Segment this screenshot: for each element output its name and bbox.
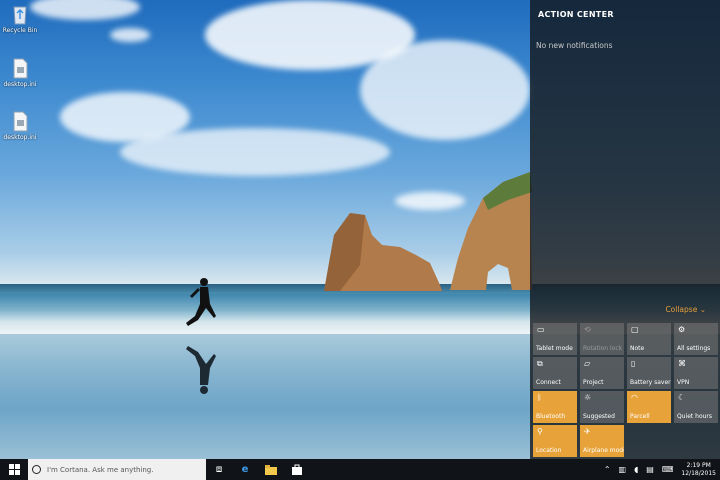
connect-icon: ⧉ xyxy=(537,359,543,368)
gear-icon: ⚙ xyxy=(678,325,686,334)
battery-icon: ▯ xyxy=(631,359,636,368)
tile-label: Note xyxy=(630,345,645,352)
volume-icon[interactable]: ◖ xyxy=(630,465,642,474)
store-icon xyxy=(292,464,302,475)
desktop-icon-label: Recycle Bin xyxy=(2,27,38,34)
quick-actions-grid: ▭ Tablet mode ⟲ Rotation lock ▢ Note ⚙ All s… xyxy=(533,323,719,457)
tile-suggested[interactable]: ☼ Suggested xyxy=(580,391,624,423)
edge-icon: e xyxy=(241,464,249,475)
tile-label: Parcell xyxy=(630,413,650,420)
cloud xyxy=(30,0,140,20)
file-icon xyxy=(13,111,28,132)
action-center-icon[interactable]: ▤ xyxy=(642,465,658,474)
tile-quiet-hours[interactable]: ☾ Quiet hours xyxy=(674,391,718,423)
runner-silhouette xyxy=(186,278,216,326)
action-center-title: ACTION CENTER xyxy=(538,10,614,19)
rock-arch-left xyxy=(324,213,442,291)
tile-project[interactable]: ▱ Project xyxy=(580,357,624,389)
tile-vpn[interactable]: ⌘ VPN xyxy=(674,357,718,389)
project-icon: ▱ xyxy=(584,359,591,368)
cortana-icon xyxy=(32,465,41,474)
wifi-icon: ◠ xyxy=(631,393,638,402)
moon-icon: ☾ xyxy=(678,393,686,402)
tile-bluetooth[interactable]: ᛒ Bluetooth xyxy=(533,391,577,423)
tile-airplane-mode[interactable]: ✈ Airplane mode xyxy=(580,425,624,457)
tile-network[interactable]: ◠ Parcell xyxy=(627,391,671,423)
cloud xyxy=(110,28,150,42)
task-view-icon: ⧈ xyxy=(215,464,223,475)
tile-label: Suggested xyxy=(583,413,615,420)
system-tray: ⌃ ▥ ◖ ▤ ⌨ 2:19 PM 12/18/2015 xyxy=(600,459,720,480)
tile-label: Airplane mode xyxy=(583,447,624,454)
clock[interactable]: 2:19 PM 12/18/2015 xyxy=(677,462,720,478)
tile-location[interactable]: ⚲ Location xyxy=(533,425,577,457)
edge-button[interactable]: e xyxy=(232,459,258,480)
location-icon: ⚲ xyxy=(537,427,543,436)
tile-battery-saver[interactable]: ▯ Battery saver xyxy=(627,357,671,389)
tile-label: Location xyxy=(536,447,562,454)
tile-rotation-lock[interactable]: ⟲ Rotation lock xyxy=(580,323,624,355)
store-button[interactable] xyxy=(284,459,310,480)
tile-label: Quiet hours xyxy=(677,413,713,420)
notifications-status: No new notifications xyxy=(536,41,613,50)
tile-label: Tablet mode xyxy=(536,345,573,352)
desktop-icon-label: desktop.ini xyxy=(3,81,37,88)
rotation-lock-icon: ⟲ xyxy=(584,325,591,334)
tile-label: Rotation lock xyxy=(583,345,623,352)
desktop-icon-label: desktop.ini xyxy=(3,134,37,141)
collapse-label: Collapse xyxy=(665,305,698,314)
file-explorer-icon xyxy=(265,464,277,475)
tile-all-settings[interactable]: ⚙ All settings xyxy=(674,323,718,355)
tile-note[interactable]: ▢ Note xyxy=(627,323,671,355)
action-center-panel: ACTION CENTER No new notifications Colla… xyxy=(530,0,720,459)
tile-connect[interactable]: ⧉ Connect xyxy=(533,357,577,389)
note-icon: ▢ xyxy=(631,325,639,334)
tablet-icon: ▭ xyxy=(537,325,545,334)
vpn-icon: ⌘ xyxy=(678,359,686,368)
task-view-button[interactable]: ⧈ xyxy=(206,459,232,480)
brightness-icon: ☼ xyxy=(584,393,592,402)
tile-label: Battery saver xyxy=(630,379,671,386)
cloud xyxy=(360,40,530,140)
cortana-search-box[interactable]: I'm Cortana. Ask me anything. xyxy=(28,459,206,480)
windows-logo-icon xyxy=(8,464,20,475)
cloud xyxy=(120,128,390,176)
collapse-button[interactable]: Collapse ⌄ xyxy=(665,305,706,314)
start-button[interactable] xyxy=(0,459,28,480)
search-placeholder: I'm Cortana. Ask me anything. xyxy=(47,465,154,474)
tile-label: Bluetooth xyxy=(536,413,566,420)
network-icon[interactable]: ▥ xyxy=(615,465,631,474)
airplane-icon: ✈ xyxy=(584,427,591,436)
desktop-icon-recycle-bin[interactable]: Recycle Bin xyxy=(0,3,40,34)
runner-reflection xyxy=(186,346,216,394)
clock-date: 12/18/2015 xyxy=(681,469,716,477)
tile-label: Project xyxy=(583,379,604,386)
tile-label: Connect xyxy=(536,379,561,386)
recycle-bin-icon xyxy=(13,6,27,25)
file-icon xyxy=(13,58,28,79)
tile-label: VPN xyxy=(677,379,690,386)
tile-label: All settings xyxy=(677,345,711,352)
tile-tablet-mode[interactable]: ▭ Tablet mode xyxy=(533,323,577,355)
chevron-up-icon[interactable]: ⌃ xyxy=(600,465,615,474)
desktop-icon-file[interactable]: desktop.ini xyxy=(0,110,40,141)
bluetooth-icon: ᛒ xyxy=(537,393,542,402)
clock-time: 2:19 PM xyxy=(686,461,711,469)
taskbar: I'm Cortana. Ask me anything. ⧈ e ⌃ ▥ ◖ … xyxy=(0,459,720,480)
rock-arch-right xyxy=(450,172,532,290)
chevron-down-icon: ⌄ xyxy=(699,305,706,314)
keyboard-icon[interactable]: ⌨ xyxy=(658,465,678,474)
desktop-icon-file[interactable]: desktop.ini xyxy=(0,57,40,88)
file-explorer-button[interactable] xyxy=(258,459,284,480)
